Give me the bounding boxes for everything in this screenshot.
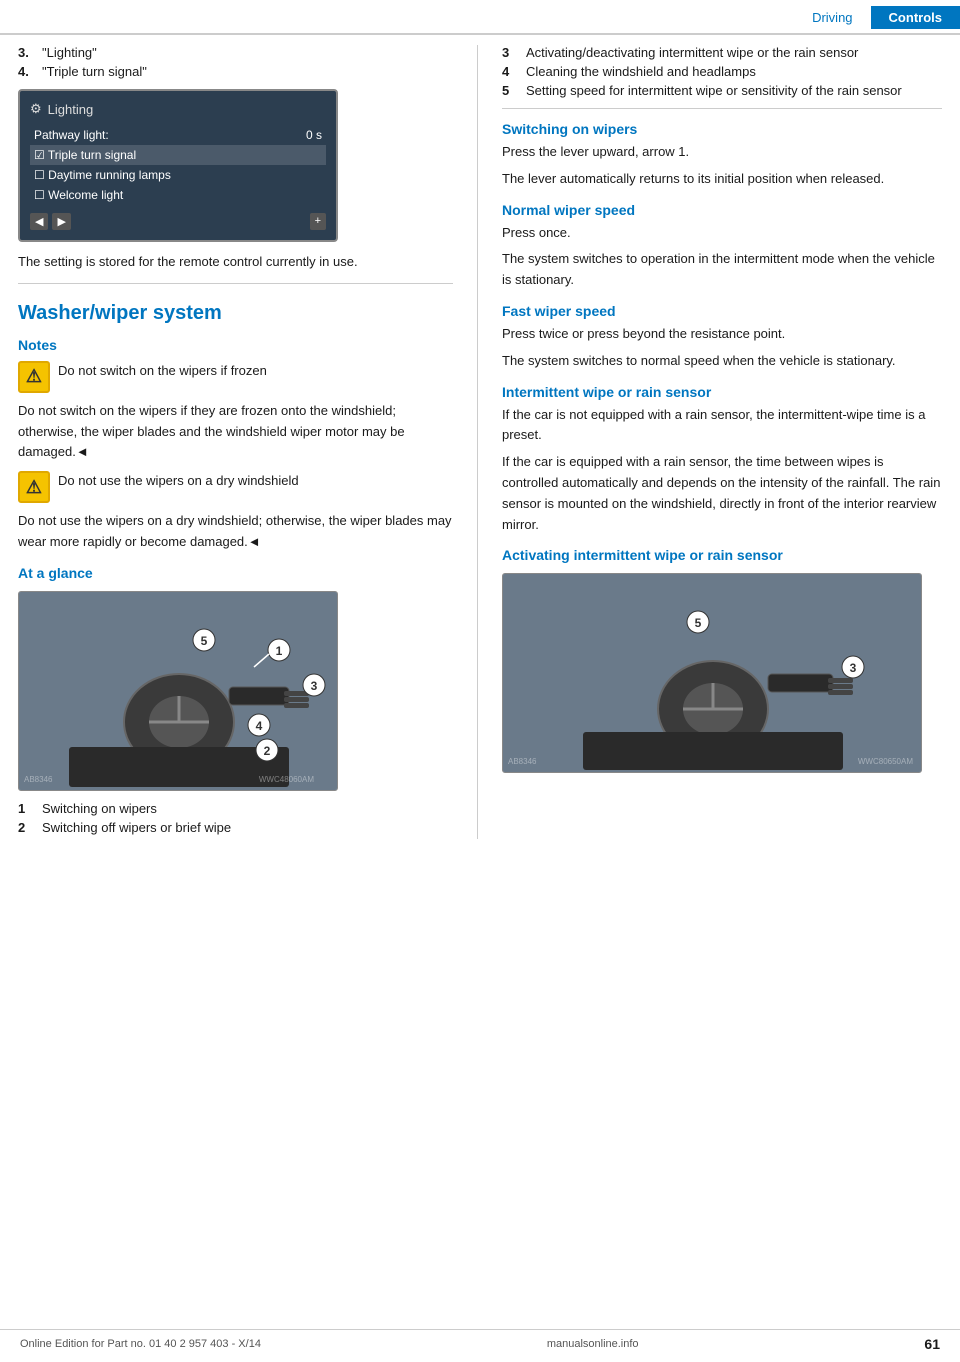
nav-left-icon[interactable]: ◀ (30, 213, 48, 230)
warning-paragraph-1: Do not switch on the wipers if they are … (18, 401, 453, 463)
footer-site: manualsonline.info (547, 1338, 639, 1350)
car-image-left: 1 5 3 4 2 WWC48060AM AB8346 (18, 591, 338, 791)
switching-text-2: The lever automatically returns to its i… (502, 169, 942, 190)
footer-text: Online Edition for Part no. 01 40 2 957 … (20, 1338, 261, 1350)
sub-heading-fast: Fast wiper speed (502, 303, 942, 319)
svg-text:AB8346: AB8346 (24, 775, 53, 784)
section-heading-wiper: Washer/wiper system (18, 302, 453, 325)
item-text: "Lighting" (42, 45, 97, 60)
sub-heading-intermittent: Intermittent wipe or rain sensor (502, 384, 942, 400)
screen-row-pathway: Pathway light: 0 s (30, 125, 326, 145)
svg-text:WWC48060AM: WWC48060AM (259, 775, 314, 784)
nav-arrows-left[interactable]: ◀ ▶ (30, 213, 71, 230)
list-item: 4 Cleaning the windshield and headlamps (502, 64, 942, 79)
warning-icon-1: ⚠ (18, 361, 50, 393)
svg-text:5: 5 (695, 616, 702, 630)
warning-icon-2: ⚠ (18, 471, 50, 503)
screen-row-triple: ☑ Triple turn signal (30, 145, 326, 165)
screen-title: ⚙ Lighting (30, 101, 326, 117)
footer-page: 61 (924, 1336, 940, 1352)
svg-text:2: 2 (264, 744, 271, 758)
item-text: Activating/deactivating intermittent wip… (526, 45, 858, 60)
svg-text:AB8346: AB8346 (508, 757, 537, 766)
sub-heading-glance: At a glance (18, 565, 453, 581)
item-num: 2 (18, 820, 34, 835)
svg-text:3: 3 (850, 661, 857, 675)
sub-heading-switching: Switching on wipers (502, 121, 942, 137)
right-column: 3 Activating/deactivating intermittent w… (478, 45, 942, 839)
item-num: 4. (18, 64, 34, 79)
nav-right-icon[interactable]: ▶ (52, 213, 70, 230)
normal-text-2: The system switches to operation in the … (502, 249, 942, 291)
item-text: "Triple turn signal" (42, 64, 147, 79)
list-item: 4. "Triple turn signal" (18, 64, 453, 79)
item-num: 3. (18, 45, 34, 60)
screen-row-welcome: ☐ Welcome light (30, 185, 326, 205)
item-num: 1 (18, 801, 34, 816)
tab-controls[interactable]: Controls (871, 6, 960, 29)
item-num: 3 (502, 45, 518, 60)
sub-heading-activating: Activating intermittent wipe or rain sen… (502, 547, 942, 563)
list-item: 3 Activating/deactivating intermittent w… (502, 45, 942, 60)
normal-text-1: Press once. (502, 223, 942, 244)
nav-arrows-right[interactable]: + (310, 213, 326, 230)
screen-caption: The setting is stored for the remote con… (18, 252, 453, 273)
list-item: 3. "Lighting" (18, 45, 453, 60)
header-tabs: Driving Controls (794, 6, 960, 29)
list-item: 1 Switching on wipers (18, 801, 453, 816)
item-num: 4 (502, 64, 518, 79)
intermittent-text-2: If the car is equipped with a rain senso… (502, 452, 942, 535)
screen-row-daytime: ☐ Daytime running lamps (30, 165, 326, 185)
sub-heading-notes: Notes (18, 337, 453, 353)
divider (502, 108, 942, 109)
nav-plus-icon[interactable]: + (310, 213, 326, 230)
warning-box-2: ⚠ Do not use the wipers on a dry windshi… (18, 471, 453, 503)
car-image-right: 5 3 WWC80650AM AB8346 (502, 573, 922, 773)
page-header: Driving Controls (0, 0, 960, 35)
svg-text:3: 3 (311, 679, 318, 693)
intermittent-text-1: If the car is not equipped with a rain s… (502, 405, 942, 447)
screen-mockup: ⚙ Lighting Pathway light: 0 s ☑ Triple t… (18, 89, 338, 242)
warning-box-1: ⚠ Do not switch on the wipers if frozen (18, 361, 453, 393)
list-item: 5 Setting speed for intermittent wipe or… (502, 83, 942, 98)
item-text: Switching on wipers (42, 801, 157, 816)
fast-text-2: The system switches to normal speed when… (502, 351, 942, 372)
item-text: Cleaning the windshield and headlamps (526, 64, 756, 79)
car-diagram-right: 5 3 WWC80650AM AB8346 (503, 574, 922, 773)
svg-text:4: 4 (256, 719, 263, 733)
item-text: Switching off wipers or brief wipe (42, 820, 231, 835)
svg-text:5: 5 (201, 634, 208, 648)
main-content: 3. "Lighting" 4. "Triple turn signal" ⚙ … (0, 45, 960, 839)
warning-text-2: Do not use the wipers on a dry windshiel… (58, 471, 299, 491)
item-num: 5 (502, 83, 518, 98)
car-diagram-left: 1 5 3 4 2 WWC48060AM AB8346 (19, 592, 338, 791)
gear-icon: ⚙ (30, 101, 42, 117)
fast-text-1: Press twice or press beyond the resistan… (502, 324, 942, 345)
sub-heading-normal: Normal wiper speed (502, 202, 942, 218)
switching-text-1: Press the lever upward, arrow 1. (502, 142, 942, 163)
page-footer: Online Edition for Part no. 01 40 2 957 … (0, 1329, 960, 1352)
warning-paragraph-2: Do not use the wipers on a dry windshiel… (18, 511, 453, 553)
svg-text:1: 1 (276, 644, 283, 658)
list-item: 2 Switching off wipers or brief wipe (18, 820, 453, 835)
svg-text:WWC80650AM: WWC80650AM (858, 757, 913, 766)
left-column: 3. "Lighting" 4. "Triple turn signal" ⚙ … (18, 45, 478, 839)
item-text: Setting speed for intermittent wipe or s… (526, 83, 902, 98)
warning-text-1: Do not switch on the wipers if frozen (58, 361, 267, 381)
tab-driving[interactable]: Driving (794, 6, 870, 29)
divider (18, 283, 453, 284)
